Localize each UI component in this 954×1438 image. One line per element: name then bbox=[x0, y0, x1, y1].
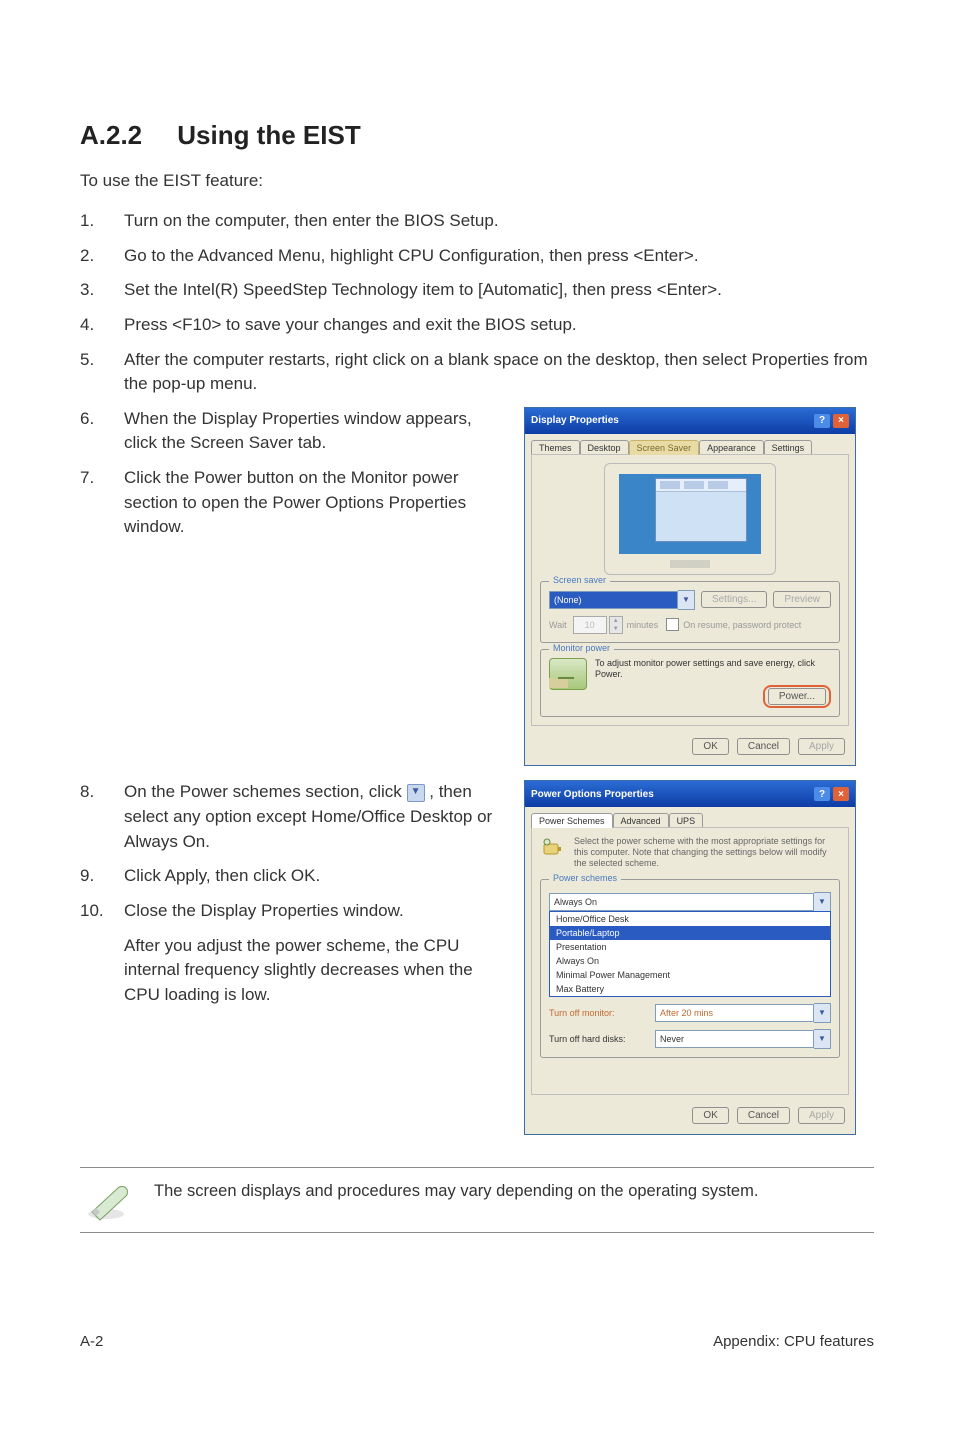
heading-title: Using the EIST bbox=[177, 120, 360, 150]
chevron-down-icon[interactable] bbox=[814, 1029, 831, 1049]
chevron-down-icon[interactable] bbox=[814, 892, 831, 912]
resume-label: On resume, password protect bbox=[683, 620, 801, 630]
monitor-icon bbox=[549, 658, 587, 690]
power-scheme-value: Always On bbox=[549, 893, 814, 911]
help-icon[interactable]: ? bbox=[814, 414, 830, 428]
step-num-6: 6. bbox=[80, 407, 104, 456]
monitor-desc: To adjust monitor power settings and sav… bbox=[549, 658, 831, 680]
chevron-down-icon[interactable] bbox=[814, 1003, 831, 1023]
dialog2-tabs: Power Schemes Advanced UPS bbox=[525, 807, 855, 827]
power-button-highlight: Power... bbox=[763, 685, 831, 708]
wait-unit: minutes bbox=[627, 620, 659, 630]
cancel-button[interactable]: Cancel bbox=[737, 1107, 790, 1124]
tab-screensaver[interactable]: Screen Saver bbox=[629, 440, 700, 455]
wait-spinner[interactable]: 10▲▼ bbox=[573, 616, 623, 634]
step-text-6: When the Display Properties window appea… bbox=[124, 407, 504, 456]
tab-advanced[interactable]: Advanced bbox=[613, 813, 669, 828]
step-text-7: Click the Power button on the Monitor po… bbox=[124, 466, 504, 540]
dropdown-arrow-icon bbox=[407, 784, 425, 802]
tab-appearance[interactable]: Appearance bbox=[699, 440, 764, 455]
step-text-8: On the Power schemes section, click , th… bbox=[124, 780, 504, 854]
step-text-4: Press <F10> to save your changes and exi… bbox=[124, 313, 577, 338]
ps-option[interactable]: Max Battery bbox=[550, 982, 830, 996]
step-num-4: 4. bbox=[80, 313, 104, 338]
chevron-down-icon[interactable] bbox=[678, 590, 695, 610]
step-text-1: Turn on the computer, then enter the BIO… bbox=[124, 209, 499, 234]
close-icon[interactable]: × bbox=[833, 787, 849, 801]
display-properties-dialog: Display Properties ? × Themes Desktop Sc… bbox=[524, 407, 856, 767]
pencil-note-icon bbox=[84, 1178, 134, 1222]
ps-option-selected[interactable]: Portable/Laptop bbox=[550, 926, 830, 940]
power-scheme-select[interactable]: Always On bbox=[549, 892, 831, 912]
tab-settings[interactable]: Settings bbox=[764, 440, 813, 455]
tab-desktop[interactable]: Desktop bbox=[580, 440, 629, 455]
help-icon[interactable]: ? bbox=[814, 787, 830, 801]
tab-themes[interactable]: Themes bbox=[531, 440, 580, 455]
note-row: The screen displays and procedures may v… bbox=[80, 1167, 874, 1233]
preview-button[interactable]: Preview bbox=[773, 591, 831, 608]
footer-right: Appendix: CPU features bbox=[713, 1333, 874, 1350]
ps-option[interactable]: Presentation bbox=[550, 940, 830, 954]
close-icon[interactable]: × bbox=[833, 414, 849, 428]
dialog1-title: Display Properties bbox=[531, 415, 619, 426]
ok-button[interactable]: OK bbox=[692, 738, 728, 755]
step-text-2: Go to the Advanced Menu, highlight CPU C… bbox=[124, 244, 699, 269]
step-num-5: 5. bbox=[80, 348, 104, 397]
power-schemes-legend: Power schemes bbox=[549, 873, 621, 883]
step-num-3: 3. bbox=[80, 278, 104, 303]
step-num-2: 2. bbox=[80, 244, 104, 269]
apply-button[interactable]: Apply bbox=[798, 1107, 845, 1124]
note-text: The screen displays and procedures may v… bbox=[154, 1178, 758, 1203]
screensaver-legend: Screen saver bbox=[549, 575, 610, 585]
step-text-9: Click Apply, then click OK. bbox=[124, 864, 320, 889]
section-heading: A.2.2 Using the EIST bbox=[80, 120, 874, 151]
resume-checkbox[interactable] bbox=[666, 618, 679, 631]
intro-text: To use the EIST feature: bbox=[80, 171, 874, 191]
step-num-10: 10. bbox=[80, 899, 104, 924]
apply-button[interactable]: Apply bbox=[798, 738, 845, 755]
power-scheme-options-list[interactable]: Home/Office Desk Portable/Laptop Present… bbox=[549, 911, 831, 997]
wait-label: Wait bbox=[549, 620, 567, 630]
ps-option[interactable]: Minimal Power Management bbox=[550, 968, 830, 982]
settings-button[interactable]: Settings... bbox=[701, 591, 767, 608]
ok-button[interactable]: OK bbox=[692, 1107, 728, 1124]
step-num-1: 1. bbox=[80, 209, 104, 234]
footer-left: A-2 bbox=[80, 1333, 103, 1350]
step-text-3: Set the Intel(R) SpeedStep Technology it… bbox=[124, 278, 722, 303]
tab-power-schemes[interactable]: Power Schemes bbox=[531, 813, 613, 828]
battery-icon bbox=[540, 836, 566, 862]
step-text-10: Close the Display Properties window. bbox=[124, 899, 404, 924]
monitor-power-legend: Monitor power bbox=[549, 643, 614, 653]
screensaver-select[interactable]: (None) bbox=[549, 590, 695, 610]
step-num-7: 7. bbox=[80, 466, 104, 540]
screensaver-preview-thumb bbox=[604, 463, 776, 575]
turn-off-hdd-label: Turn off hard disks: bbox=[549, 1034, 649, 1044]
step-num-9: 9. bbox=[80, 864, 104, 889]
after-adjust-text: After you adjust the power scheme, the C… bbox=[124, 934, 504, 1008]
step-num-8: 8. bbox=[80, 780, 104, 854]
dialog2-title: Power Options Properties bbox=[531, 789, 654, 800]
turn-off-monitor-select[interactable]: After 20 mins bbox=[655, 1003, 831, 1023]
power-options-desc: Select the power scheme with the most ap… bbox=[574, 836, 827, 868]
screensaver-value: (None) bbox=[549, 591, 678, 609]
dialog1-tabs: Themes Desktop Screen Saver Appearance S… bbox=[525, 434, 855, 454]
step-text-5: After the computer restarts, right click… bbox=[124, 348, 874, 397]
heading-number: A.2.2 bbox=[80, 120, 170, 151]
ps-option[interactable]: Always On bbox=[550, 954, 830, 968]
turn-off-hdd-select[interactable]: Never bbox=[655, 1029, 831, 1049]
ps-option[interactable]: Home/Office Desk bbox=[550, 912, 830, 926]
power-button[interactable]: Power... bbox=[768, 688, 826, 705]
tab-ups[interactable]: UPS bbox=[669, 813, 704, 828]
turn-off-monitor-label: Turn off monitor: bbox=[549, 1008, 649, 1018]
power-options-dialog: Power Options Properties ? × Power Schem… bbox=[524, 780, 856, 1135]
cancel-button[interactable]: Cancel bbox=[737, 738, 790, 755]
